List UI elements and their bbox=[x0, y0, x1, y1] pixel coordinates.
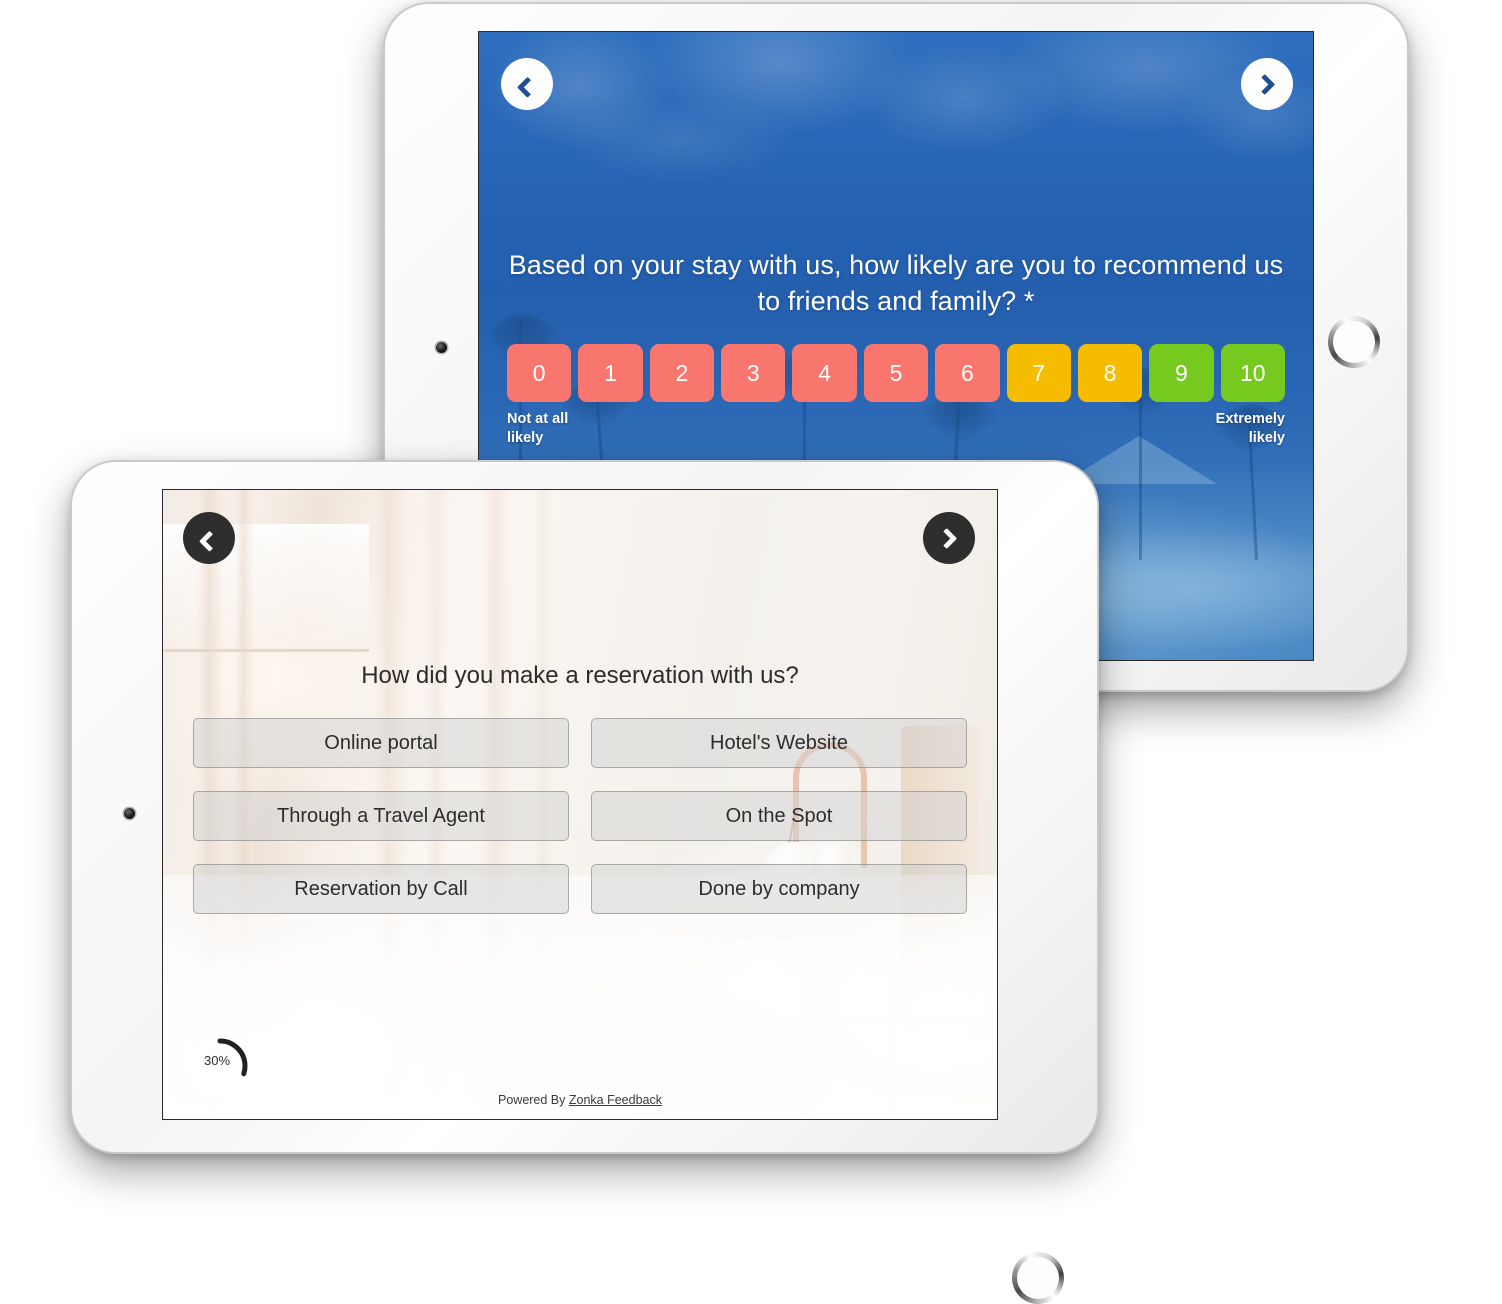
chevron-left-icon bbox=[198, 530, 220, 552]
chevron-right-icon bbox=[935, 527, 957, 549]
front-camera-icon bbox=[124, 808, 135, 819]
nps-high-anchor-label: Extremely likely bbox=[1215, 411, 1285, 446]
tablet-device-bottom: How did you make a reservation with us? … bbox=[72, 462, 1097, 1304]
nps-score-7[interactable]: 7 bbox=[1006, 344, 1071, 402]
next-question-button-top[interactable] bbox=[1241, 58, 1293, 110]
next-question-button-bottom[interactable] bbox=[923, 512, 975, 564]
nps-scale-labels: Not at all likely Extremely likely bbox=[507, 410, 1285, 447]
mcq-question-text: How did you make a reservation with us? bbox=[361, 662, 799, 689]
mcq-option[interactable]: Done by company bbox=[591, 864, 967, 914]
nps-rating-scale: 0 1 2 3 4 5 6 7 8 9 10 bbox=[507, 344, 1285, 402]
powered-by-footer: Powered By Zonka Feedback bbox=[163, 1093, 997, 1107]
nps-score-4[interactable]: 4 bbox=[792, 344, 857, 402]
nps-score-9[interactable]: 9 bbox=[1149, 344, 1214, 402]
prev-question-button-bottom[interactable] bbox=[183, 512, 235, 564]
nps-score-10[interactable]: 10 bbox=[1220, 344, 1285, 402]
progress-percent-label: 30% bbox=[203, 1052, 231, 1068]
powered-by-prefix: Powered By bbox=[498, 1093, 569, 1107]
mcq-option[interactable]: Reservation by Call bbox=[193, 864, 569, 914]
home-button-top[interactable] bbox=[1328, 316, 1380, 368]
mcq-option[interactable]: Through a Travel Agent bbox=[193, 791, 569, 841]
mcq-option[interactable]: Hotel's Website bbox=[591, 718, 967, 768]
prev-question-button-top[interactable] bbox=[501, 58, 553, 110]
mcq-option[interactable]: Online portal bbox=[193, 718, 569, 768]
nps-score-0[interactable]: 0 bbox=[507, 344, 572, 402]
survey-screen-mcq: How did you make a reservation with us? … bbox=[162, 489, 998, 1120]
nps-score-8[interactable]: 8 bbox=[1077, 344, 1143, 402]
front-camera-icon bbox=[436, 342, 447, 353]
nps-score-1[interactable]: 1 bbox=[578, 344, 643, 402]
nps-score-5[interactable]: 5 bbox=[863, 344, 929, 402]
zonka-feedback-link[interactable]: Zonka Feedback bbox=[569, 1093, 662, 1107]
nps-score-3[interactable]: 3 bbox=[721, 344, 786, 402]
nps-score-6[interactable]: 6 bbox=[935, 344, 1000, 402]
nps-question-text: Based on your stay with us, how likely a… bbox=[508, 250, 1284, 316]
progress-ring: 30% bbox=[189, 1035, 251, 1097]
mcq-options-grid: Online portal Hotel's Website Through a Tr… bbox=[193, 718, 967, 914]
nps-score-2[interactable]: 2 bbox=[649, 344, 715, 402]
screenshot-stage: Based on your stay with us, how likely a… bbox=[0, 0, 1502, 1304]
chevron-left-icon bbox=[516, 76, 538, 98]
home-button-bottom[interactable] bbox=[1012, 1252, 1064, 1304]
chevron-right-icon bbox=[1253, 73, 1275, 95]
mcq-option[interactable]: On the Spot bbox=[591, 791, 967, 841]
nps-low-anchor-label: Not at all likely bbox=[507, 411, 569, 446]
